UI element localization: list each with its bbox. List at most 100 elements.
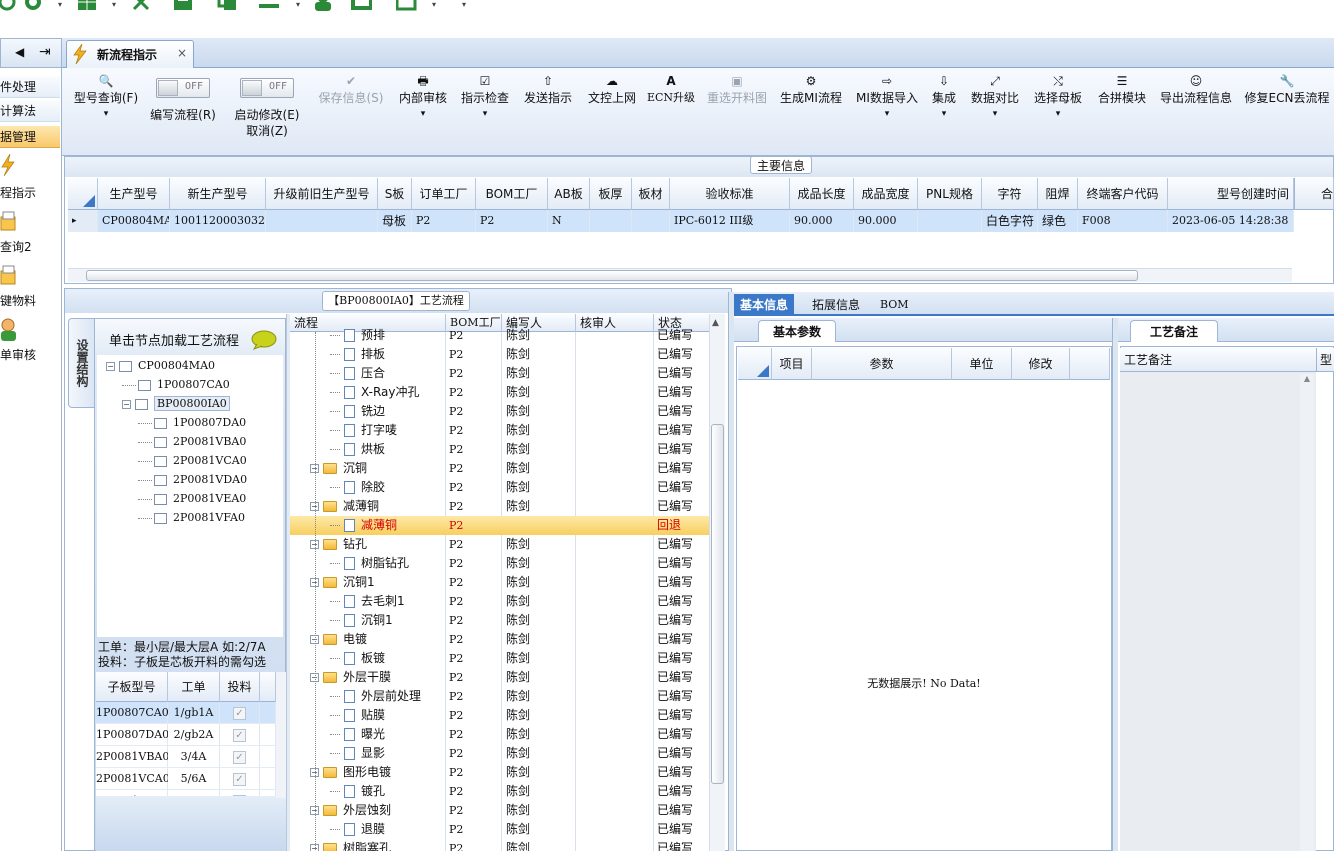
grid-cell[interactable] [266, 210, 378, 232]
grid-cell[interactable]: 绿色 [1038, 210, 1078, 232]
checkbox[interactable] [154, 436, 167, 448]
notes-textarea[interactable] [1120, 372, 1316, 851]
flow-row[interactable]: 去毛刺1 P2 陈剑 已编写 [290, 592, 710, 611]
flow-row[interactable]: − 沉铜 P2 陈剑 已编写 [290, 459, 710, 478]
grid-cell[interactable]: IPC-6012 III级 [670, 210, 790, 232]
grid-cell[interactable]: N [548, 210, 590, 232]
generate-mi-button[interactable]: ⚙ 生成MI流程 [778, 68, 844, 156]
tree-node[interactable]: 2P0081VDA0 [138, 471, 247, 489]
column-header[interactable]: AB板 [548, 178, 590, 210]
tab-basic-info[interactable]: 基本信息 [734, 294, 795, 316]
start-edit-toggle[interactable]: OFF 启动修改(E) 取消(Z) [230, 68, 304, 156]
sub-board-order[interactable]: 5/6A [168, 768, 220, 790]
checkbox[interactable] [135, 398, 148, 410]
mi-import-button[interactable]: ⇨ MI数据导入 ▾ [854, 68, 920, 156]
scroll-thumb[interactable] [711, 424, 724, 784]
chevron-down-icon[interactable]: ▾ [58, 0, 62, 9]
grid-cell[interactable] [590, 210, 632, 232]
sub-board-code[interactable]: 2P0081VCA0 [96, 768, 170, 790]
column-header[interactable]: 成品宽度 [854, 178, 918, 210]
grid-cell[interactable]: P2 [476, 210, 548, 232]
flow-row[interactable]: X-Ray冲孔 P2 陈剑 已编写 [290, 383, 710, 402]
flow-row[interactable]: 镀孔 P2 陈剑 已编写 [290, 782, 710, 801]
tab-basic-params[interactable]: 基本参数 [758, 320, 836, 342]
column-header[interactable]: 修改 [1012, 348, 1070, 380]
grid-icon[interactable] [76, 0, 98, 12]
grid-cell[interactable] [918, 210, 982, 232]
grid-cell[interactable]: CP00804MA0 [98, 210, 170, 232]
fix-ecn-button[interactable]: 🔧 修复ECN丢流程 [1244, 68, 1330, 156]
column-header[interactable]: 项目 [772, 348, 812, 380]
feed-checkbox-cell[interactable]: ✓ [220, 746, 260, 768]
flow-row[interactable]: − 树脂塞孔 P2 陈剑 已编写 [290, 839, 710, 851]
column-header[interactable]: 验收标准 [670, 178, 790, 210]
column-header[interactable]: 阻焊 [1038, 178, 1078, 210]
tab-extended-info[interactable]: 拓展信息 [806, 294, 866, 316]
tree-node[interactable]: − CP00804MA0 [106, 357, 215, 375]
chevron-down-icon[interactable]: ▾ [112, 0, 116, 9]
tab-process-notes[interactable]: 工艺备注 [1130, 320, 1218, 342]
checkbox[interactable] [154, 493, 167, 505]
checkbox[interactable]: ✓ [233, 706, 246, 720]
flow-row[interactable]: − 外层蚀刻 P2 陈剑 已编写 [290, 801, 710, 820]
flow-row[interactable]: 预排 P2 陈剑 已编写 [290, 326, 710, 345]
copy-icon[interactable] [216, 0, 238, 12]
column-header[interactable]: 子板型号 [96, 672, 168, 702]
horizontal-scrollbar[interactable] [68, 268, 1292, 282]
grid-cell[interactable]: P2 [412, 210, 476, 232]
checkbox[interactable] [119, 360, 132, 372]
flow-row[interactable]: 贴膜 P2 陈剑 已编写 [290, 706, 710, 725]
flow-row[interactable]: 排板 P2 陈剑 已编写 [290, 345, 710, 364]
flow-row[interactable]: 外层前处理 P2 陈剑 已编写 [290, 687, 710, 706]
toggle-switch[interactable]: OFF [156, 78, 210, 98]
vertical-scrollbar[interactable]: ▲ [709, 314, 725, 851]
collapse-icon[interactable]: − [106, 361, 115, 371]
checkbox[interactable]: ✓ [233, 772, 246, 786]
nav-label-3[interactable]: 键物料 [0, 292, 36, 309]
tree-node[interactable]: − BP00800IA0 [122, 395, 230, 413]
globe-icon[interactable] [22, 0, 44, 12]
nav-label-4[interactable]: 单审核 [0, 346, 36, 363]
flow-row[interactable]: 退膜 P2 陈剑 已编写 [290, 820, 710, 839]
flow-row[interactable]: − 沉铜1 P2 陈剑 已编写 [290, 573, 710, 592]
structure-vertical-tab[interactable]: 设置结构 [68, 318, 94, 408]
feed-checkbox-cell[interactable]: ✓ [220, 724, 260, 746]
book-icon[interactable] [350, 0, 372, 12]
flow-row[interactable]: 沉铜1 P2 陈剑 已编写 [290, 611, 710, 630]
grid-cell[interactable]: 90.000 [790, 210, 854, 232]
column-header[interactable]: 终端客户代码 [1078, 178, 1168, 210]
chevron-down-icon[interactable]: ▾ [432, 0, 436, 9]
flow-row[interactable]: − 外层干膜 P2 陈剑 已编写 [290, 668, 710, 687]
save-icon[interactable] [172, 0, 194, 12]
sub-board-code[interactable]: 1P00807CA0 [96, 702, 169, 724]
flow-row[interactable]: − 图形电镀 P2 陈剑 已编写 [290, 763, 710, 782]
tree-node[interactable]: 2P0081VEA0 [138, 490, 246, 508]
scroll-up-icon[interactable]: ▲ [712, 318, 719, 328]
column-header[interactable]: 生产型号 [98, 178, 170, 210]
column-header[interactable]: 板厚 [590, 178, 632, 210]
send-instruction-button[interactable]: ⇧ 发送指示 [520, 68, 576, 156]
grid-cell[interactable]: 10011200030329 [170, 210, 266, 232]
column-header[interactable]: 字符 [982, 178, 1038, 210]
column-header[interactable]: 成品长度 [790, 178, 854, 210]
column-header[interactable]: 工单 [168, 672, 220, 702]
column-header[interactable]: 板材 [632, 178, 670, 210]
window-icon[interactable] [396, 0, 418, 12]
column-header[interactable]: 新生产型号 [170, 178, 266, 210]
tab-new-process[interactable]: 新流程指示 × [66, 40, 194, 68]
checkbox[interactable] [138, 379, 151, 391]
feed-checkbox-cell[interactable]: ✓ [220, 768, 260, 790]
close-icon[interactable]: × [177, 46, 187, 60]
select-master-board-button[interactable]: ⤭ 选择母板 ▾ [1028, 68, 1088, 156]
column-header[interactable]: PNL规格 [918, 178, 982, 210]
collapse-icon[interactable]: − [122, 399, 131, 409]
flow-row[interactable]: − 减薄铜 P2 陈剑 已编写 [290, 497, 710, 516]
flow-row[interactable]: 打字唛 P2 陈剑 已编写 [290, 421, 710, 440]
checkbox[interactable]: ✓ [233, 728, 246, 742]
row-indicator-icon[interactable]: ▸ [68, 210, 98, 232]
nav-item-2[interactable]: 计算法 [0, 100, 60, 122]
checkbox[interactable] [154, 417, 167, 429]
column-header[interactable]: 合 [1294, 178, 1334, 210]
doc-online-button[interactable]: ☁ 文控上网 [584, 68, 640, 156]
model-query-button[interactable]: 🔍 型号查询(F) ▾ [68, 68, 144, 156]
